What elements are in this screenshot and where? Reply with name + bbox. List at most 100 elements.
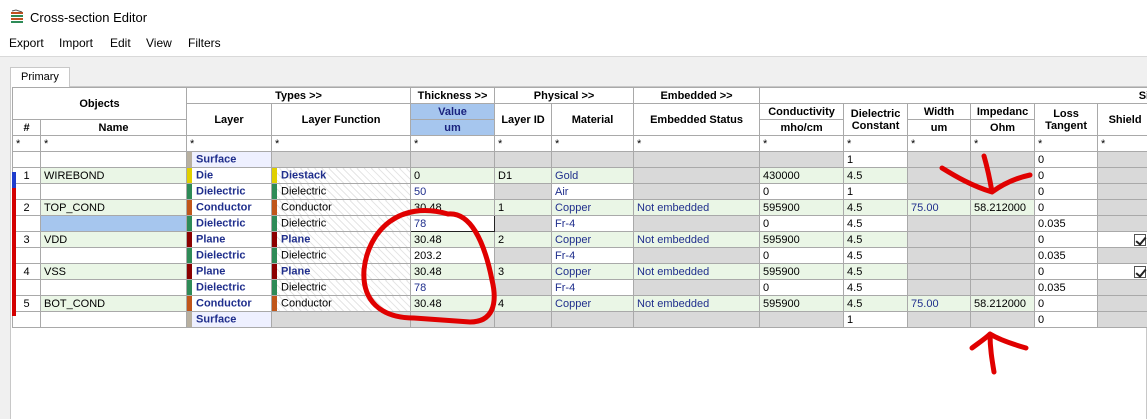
row-dielectric-constant[interactable]: 4.5 [843, 247, 909, 264]
col-layer[interactable]: Layer [186, 103, 273, 136]
row-number[interactable] [12, 183, 41, 200]
row-name[interactable]: VSS [39, 263, 188, 280]
row-name[interactable]: TOP_COND [39, 199, 188, 216]
row-number[interactable]: 1 [12, 167, 41, 184]
menu-import[interactable]: Import [59, 36, 93, 50]
row-thickness[interactable]: 78 [410, 215, 496, 232]
row-number[interactable]: 2 [12, 199, 41, 216]
row-name[interactable] [39, 311, 188, 328]
col-num[interactable]: # [12, 119, 41, 136]
row-dielectric-constant[interactable]: 4.5 [843, 199, 909, 216]
row-dielectric-constant[interactable]: 4.5 [843, 231, 909, 248]
row-name[interactable] [39, 279, 188, 296]
row-embedded-status[interactable]: Not embedded [633, 263, 761, 280]
row-shield[interactable] [1097, 183, 1147, 200]
row-material[interactable] [551, 311, 635, 328]
table-row[interactable]: 1 WIREBOND Die Diestack 0 D1 Gold 430000 4.5 0 [12, 167, 1147, 184]
row-thickness[interactable] [410, 311, 496, 328]
row-shield[interactable] [1097, 247, 1147, 264]
table-row[interactable]: Dielectric Dielectric 78 Fr-4 0 4.5 0.035 [12, 279, 1147, 296]
col-layer-id[interactable]: Layer ID [494, 103, 553, 136]
row-number[interactable] [12, 311, 41, 328]
row-dielectric-constant[interactable]: 4.5 [843, 295, 909, 312]
row-layer[interactable]: Die [186, 167, 273, 184]
row-conductivity[interactable]: 595900 [759, 231, 845, 248]
table-row[interactable]: 2 TOP_COND Conductor Conductor 30.48 1 Copper N… [12, 199, 1147, 216]
table-row[interactable]: Surface 1 0 [12, 151, 1147, 168]
row-thickness[interactable]: 30.48 [410, 263, 496, 280]
row-conductivity[interactable]: 595900 [759, 199, 845, 216]
col-shield[interactable]: Shield [1097, 103, 1147, 136]
row-shield[interactable] [1097, 151, 1147, 168]
row-conductivity[interactable]: 0 [759, 247, 845, 264]
row-number[interactable] [12, 247, 41, 264]
table-row[interactable]: Dielectric Dielectric 203.2 Fr-4 0 4.5 0.035 [12, 247, 1147, 264]
row-width[interactable]: 75.00 [907, 199, 972, 216]
row-number[interactable] [12, 279, 41, 296]
row-shield[interactable] [1097, 215, 1147, 232]
row-loss-tangent[interactable]: 0 [1034, 167, 1099, 184]
row-layer-function[interactable]: Plane [271, 263, 412, 280]
row-layer-id[interactable]: D1 [494, 167, 553, 184]
shield-checkbox[interactable] [1134, 233, 1147, 246]
row-layer[interactable]: Plane [186, 263, 273, 280]
row-impedance[interactable] [970, 151, 1036, 168]
row-layer-id[interactable] [494, 247, 553, 264]
row-loss-tangent[interactable]: 0 [1034, 183, 1099, 200]
row-embedded-status[interactable]: Not embedded [633, 295, 761, 312]
row-width[interactable] [907, 151, 972, 168]
row-embedded-status[interactable] [633, 167, 761, 184]
row-conductivity[interactable]: 595900 [759, 295, 845, 312]
row-layer-id[interactable]: 3 [494, 263, 553, 280]
row-layer[interactable]: Conductor [186, 295, 273, 312]
row-loss-tangent[interactable]: 0.035 [1034, 279, 1099, 296]
row-conductivity[interactable]: 0 [759, 215, 845, 232]
row-layer-id[interactable]: 4 [494, 295, 553, 312]
row-embedded-status[interactable]: Not embedded [633, 231, 761, 248]
row-number[interactable] [12, 151, 41, 168]
menu-export[interactable]: Export [9, 36, 44, 50]
row-embedded-status[interactable]: Not embedded [633, 199, 761, 216]
row-layer[interactable]: Plane [186, 231, 273, 248]
filter-cell[interactable]: * [1097, 135, 1147, 152]
row-impedance[interactable]: 58.212000 [970, 199, 1036, 216]
filter-cell[interactable]: * [970, 135, 1036, 152]
row-loss-tangent[interactable]: 0.035 [1034, 247, 1099, 264]
row-layer-id[interactable] [494, 311, 553, 328]
row-dielectric-constant[interactable]: 4.5 [843, 263, 909, 280]
row-loss-tangent[interactable]: 0.035 [1034, 215, 1099, 232]
row-dielectric-constant[interactable]: 1 [843, 151, 909, 168]
row-layer-id[interactable] [494, 279, 553, 296]
row-width[interactable] [907, 183, 972, 200]
row-material[interactable]: Fr-4 [551, 215, 635, 232]
filter-cell[interactable]: * [494, 135, 553, 152]
row-layer-function[interactable]: Dielectric [271, 279, 412, 296]
row-name[interactable] [39, 151, 188, 168]
filter-cell[interactable]: * [759, 135, 845, 152]
row-thickness[interactable]: 30.48 [410, 295, 496, 312]
row-shield[interactable] [1097, 199, 1147, 216]
row-layer-id[interactable] [494, 183, 553, 200]
row-dielectric-constant[interactable]: 1 [843, 311, 909, 328]
filter-cell[interactable]: * [271, 135, 412, 152]
table-row[interactable]: Dielectric Dielectric 78 Fr-4 0 4.5 0.035 [12, 215, 1147, 232]
col-layer-function[interactable]: Layer Function [271, 103, 412, 136]
row-number[interactable] [12, 215, 41, 232]
row-layer[interactable]: Dielectric [186, 215, 273, 232]
row-name[interactable]: WIREBOND [39, 167, 188, 184]
row-embedded-status[interactable] [633, 311, 761, 328]
row-dielectric-constant[interactable]: 4.5 [843, 215, 909, 232]
row-layer-id[interactable] [494, 151, 553, 168]
row-material[interactable]: Gold [551, 167, 635, 184]
row-dielectric-constant[interactable]: 4.5 [843, 279, 909, 296]
row-material[interactable]: Copper [551, 199, 635, 216]
row-width[interactable] [907, 279, 972, 296]
row-layer[interactable]: Surface [186, 311, 273, 328]
row-shield[interactable] [1097, 295, 1147, 312]
row-name[interactable]: BOT_COND [39, 295, 188, 312]
row-number[interactable]: 4 [12, 263, 41, 280]
header-types[interactable]: Types >> [186, 87, 412, 104]
row-conductivity[interactable]: 595900 [759, 263, 845, 280]
row-layer[interactable]: Dielectric [186, 247, 273, 264]
row-material[interactable] [551, 151, 635, 168]
